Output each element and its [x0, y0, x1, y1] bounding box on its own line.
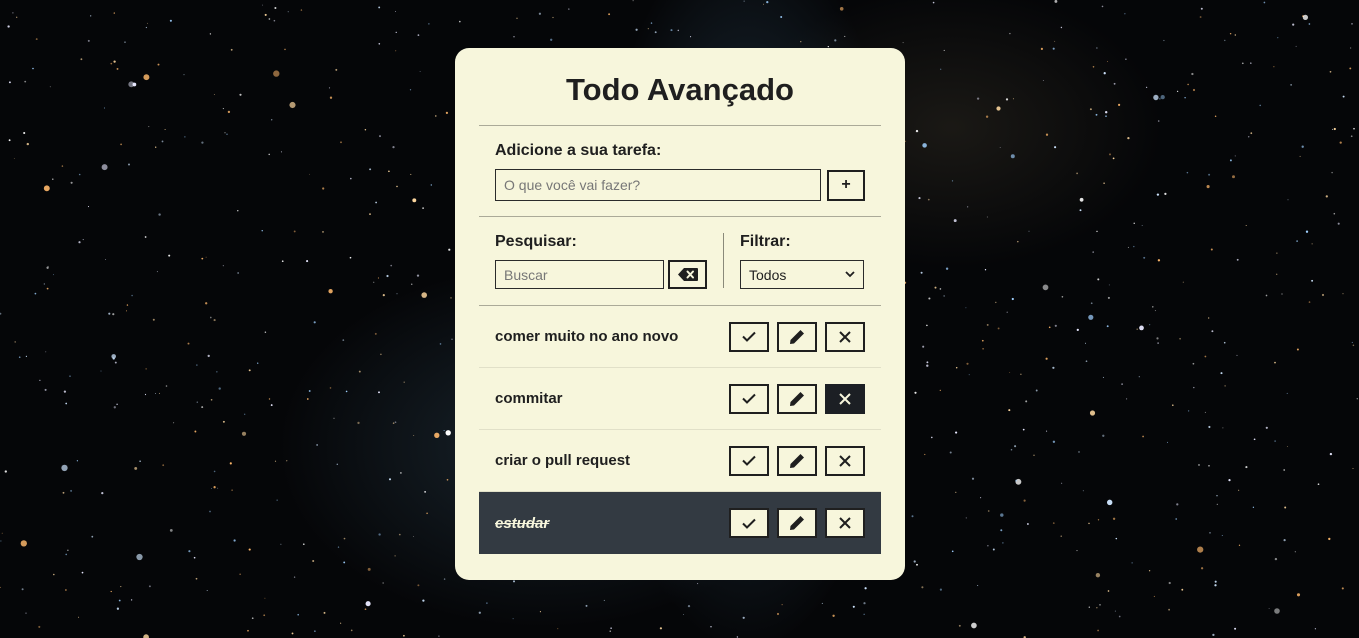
pencil-icon	[789, 515, 805, 531]
check-icon	[742, 518, 756, 529]
filter-select[interactable]: Todos	[740, 260, 864, 289]
pencil-icon	[789, 329, 805, 345]
check-icon	[742, 331, 756, 342]
page-title: Todo Avançado	[566, 72, 794, 107]
todo-card: Todo Avançado Adicione a sua tarefa: + P…	[455, 48, 905, 580]
check-icon	[742, 455, 756, 466]
search-label: Pesquisar:	[495, 233, 577, 250]
search-section: Pesquisar:	[479, 233, 724, 289]
todo-text: criar o pull request	[495, 452, 631, 469]
remove-todo-button[interactable]	[825, 445, 865, 476]
finish-todo-button[interactable]	[729, 508, 769, 538]
toolbar: Pesquisar: Filtrar: Todos	[479, 217, 881, 305]
finish-todo-button[interactable]	[729, 321, 769, 352]
todo-item: criar o pull request	[479, 430, 881, 492]
remove-todo-button[interactable]	[825, 508, 865, 538]
todo-item: commitar	[479, 368, 881, 430]
filter-selected-value: Todos	[749, 266, 787, 283]
x-icon	[839, 330, 851, 343]
check-icon	[742, 393, 756, 404]
todo-item: comer muito no ano novo	[479, 306, 881, 368]
add-todo-button[interactable]: +	[827, 169, 865, 201]
divider	[479, 125, 881, 126]
divider	[479, 305, 881, 306]
search-input[interactable]	[495, 260, 664, 289]
todo-item-done: estudar	[479, 492, 881, 554]
finish-todo-button[interactable]	[729, 383, 769, 414]
divider	[479, 216, 881, 217]
filter-label: Filtrar:	[740, 233, 791, 250]
edit-todo-button[interactable]	[777, 508, 817, 538]
filter-section: Filtrar: Todos	[724, 233, 880, 305]
x-icon	[839, 517, 851, 529]
backspace-icon	[677, 268, 698, 281]
pencil-icon	[789, 453, 805, 469]
x-icon	[839, 392, 851, 405]
add-todo-label: Adicione a sua tarefa:	[495, 142, 662, 159]
edit-todo-button[interactable]	[777, 383, 817, 414]
todo-input[interactable]	[495, 169, 822, 201]
todo-text: comer muito no ano novo	[495, 328, 679, 345]
edit-todo-button[interactable]	[777, 321, 817, 352]
remove-todo-button[interactable]	[825, 321, 865, 352]
todo-list: comer muito no ano novo commitar criar o…	[479, 306, 881, 554]
add-todo-form: Adicione a sua tarefa: +	[479, 126, 881, 216]
remove-todo-button[interactable]	[825, 383, 865, 414]
x-icon	[839, 454, 851, 467]
todo-text: commitar	[495, 390, 563, 407]
edit-todo-button[interactable]	[777, 445, 817, 476]
pencil-icon	[789, 391, 805, 407]
todo-text: estudar	[495, 514, 550, 532]
clear-search-button[interactable]	[668, 260, 707, 289]
finish-todo-button[interactable]	[729, 445, 769, 476]
chevron-down-icon	[845, 271, 855, 278]
